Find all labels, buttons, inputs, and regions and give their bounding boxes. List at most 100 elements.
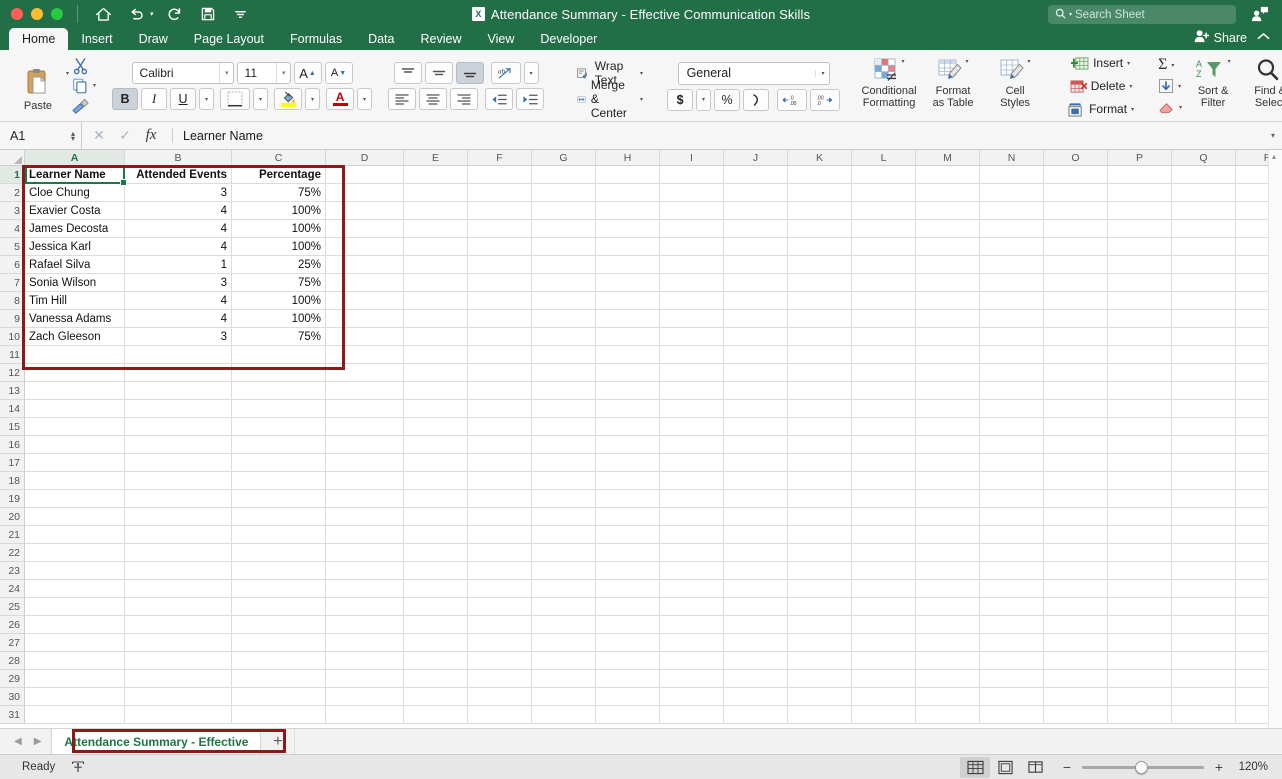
cell-E2[interactable]: [404, 184, 468, 202]
cell-A27[interactable]: [25, 634, 125, 652]
cell-H25[interactable]: [596, 598, 660, 616]
cell-O28[interactable]: [1044, 652, 1108, 670]
cell-C10[interactable]: 75%: [232, 328, 326, 346]
cell-E20[interactable]: [404, 508, 468, 526]
cell-J27[interactable]: [724, 634, 788, 652]
cell-C11[interactable]: [232, 346, 326, 364]
search-options-chevron-down-icon[interactable]: ▾: [1069, 11, 1072, 18]
cell-B2[interactable]: 3: [125, 184, 232, 202]
window-controls[interactable]: [0, 8, 63, 20]
cell-O22[interactable]: [1044, 544, 1108, 562]
cell-G23[interactable]: [532, 562, 596, 580]
cell-B20[interactable]: [125, 508, 232, 526]
conditional-formatting-dropdown-icon[interactable]: ▾: [902, 58, 905, 65]
cell-O18[interactable]: [1044, 472, 1108, 490]
cell-J4[interactable]: [724, 220, 788, 238]
cell-F8[interactable]: [468, 292, 532, 310]
cell-E29[interactable]: [404, 670, 468, 688]
cell-C29[interactable]: [232, 670, 326, 688]
cell-J20[interactable]: [724, 508, 788, 526]
row-header-28[interactable]: 28: [0, 652, 24, 670]
cell-E15[interactable]: [404, 418, 468, 436]
cell-N1[interactable]: [980, 166, 1044, 184]
cell-P17[interactable]: [1108, 454, 1172, 472]
cell-L2[interactable]: [852, 184, 916, 202]
formula-input[interactable]: Learner Name: [177, 129, 1264, 143]
cell-B27[interactable]: [125, 634, 232, 652]
cell-C18[interactable]: [232, 472, 326, 490]
delete-cells-button[interactable]: Delete ▾: [1066, 75, 1136, 97]
cell-F9[interactable]: [468, 310, 532, 328]
cell-A28[interactable]: [25, 652, 125, 670]
cell-P26[interactable]: [1108, 616, 1172, 634]
cell-I17[interactable]: [660, 454, 724, 472]
cell-H31[interactable]: [596, 706, 660, 724]
cell-G26[interactable]: [532, 616, 596, 634]
cell-D8[interactable]: [326, 292, 404, 310]
row-header-13[interactable]: 13: [0, 382, 24, 400]
cell-P23[interactable]: [1108, 562, 1172, 580]
align-right-button[interactable]: [450, 88, 479, 110]
cell-Q15[interactable]: [1172, 418, 1236, 436]
cell-Q30[interactable]: [1172, 688, 1236, 706]
cell-A3[interactable]: Exavier Costa: [25, 202, 125, 220]
cell-B12[interactable]: [125, 364, 232, 382]
cell-F12[interactable]: [468, 364, 532, 382]
cell-O3[interactable]: [1044, 202, 1108, 220]
vertical-scrollbar[interactable]: ▴: [1268, 150, 1282, 728]
row-header-24[interactable]: 24: [0, 580, 24, 598]
cell-D27[interactable]: [326, 634, 404, 652]
cell-K23[interactable]: [788, 562, 852, 580]
cell-N21[interactable]: [980, 526, 1044, 544]
cell-H15[interactable]: [596, 418, 660, 436]
underline-button[interactable]: U: [170, 88, 197, 110]
cell-I14[interactable]: [660, 400, 724, 418]
cell-G24[interactable]: [532, 580, 596, 598]
cell-C25[interactable]: [232, 598, 326, 616]
cell-B8[interactable]: 4: [125, 292, 232, 310]
middle-align-button[interactable]: [424, 62, 453, 84]
cell-D25[interactable]: [326, 598, 404, 616]
cell-C2[interactable]: 75%: [232, 184, 326, 202]
cell-N13[interactable]: [980, 382, 1044, 400]
cell-L30[interactable]: [852, 688, 916, 706]
cell-E3[interactable]: [404, 202, 468, 220]
borders-button[interactable]: [220, 88, 251, 110]
cell-E16[interactable]: [404, 436, 468, 454]
cell-L7[interactable]: [852, 274, 916, 292]
cell-Q10[interactable]: [1172, 328, 1236, 346]
search-sheet-box[interactable]: ▾: [1048, 5, 1236, 24]
cell-P25[interactable]: [1108, 598, 1172, 616]
cell-H13[interactable]: [596, 382, 660, 400]
cell-A15[interactable]: [25, 418, 125, 436]
cell-I22[interactable]: [660, 544, 724, 562]
cell-K7[interactable]: [788, 274, 852, 292]
cell-B3[interactable]: 4: [125, 202, 232, 220]
cell-Q31[interactable]: [1172, 706, 1236, 724]
cell-C17[interactable]: [232, 454, 326, 472]
cell-Q9[interactable]: [1172, 310, 1236, 328]
cell-C14[interactable]: [232, 400, 326, 418]
cell-O6[interactable]: [1044, 256, 1108, 274]
cell-F3[interactable]: [468, 202, 532, 220]
cell-E21[interactable]: [404, 526, 468, 544]
cell-Q27[interactable]: [1172, 634, 1236, 652]
cell-G30[interactable]: [532, 688, 596, 706]
cell-F29[interactable]: [468, 670, 532, 688]
cell-K1[interactable]: [788, 166, 852, 184]
row-header-23[interactable]: 23: [0, 562, 24, 580]
cell-H30[interactable]: [596, 688, 660, 706]
cell-F19[interactable]: [468, 490, 532, 508]
cell-B25[interactable]: [125, 598, 232, 616]
cell-E7[interactable]: [404, 274, 468, 292]
cell-L28[interactable]: [852, 652, 916, 670]
cell-O8[interactable]: [1044, 292, 1108, 310]
cell-L15[interactable]: [852, 418, 916, 436]
cell-J17[interactable]: [724, 454, 788, 472]
cell-N10[interactable]: [980, 328, 1044, 346]
undo-dropdown-icon[interactable]: ▾: [150, 10, 157, 18]
cell-K30[interactable]: [788, 688, 852, 706]
add-sheet-button[interactable]: +: [261, 729, 296, 754]
cell-P9[interactable]: [1108, 310, 1172, 328]
cell-K2[interactable]: [788, 184, 852, 202]
